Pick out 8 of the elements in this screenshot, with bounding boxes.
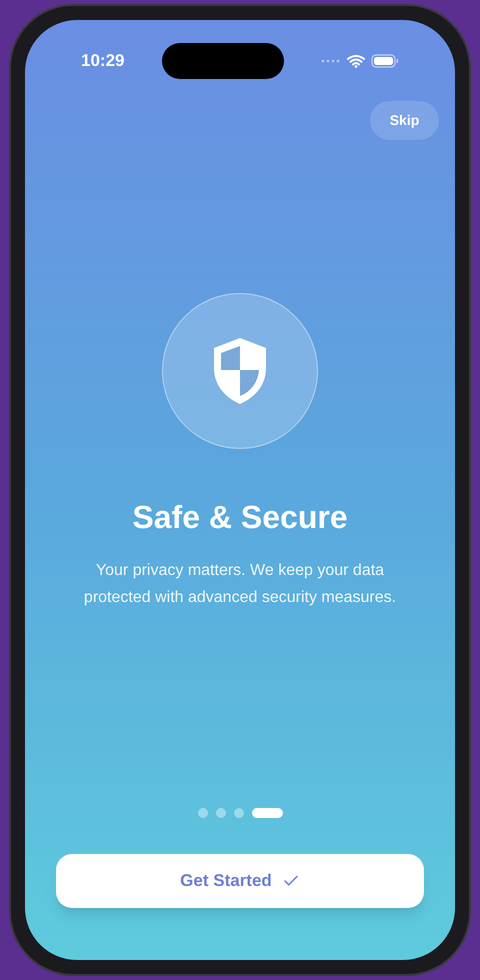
get-started-button[interactable]: Get Started [56,854,424,908]
onboarding-title: Safe & Secure [132,498,348,537]
status-time: 10:29 [81,50,124,72]
battery-icon [370,54,399,68]
skip-button[interactable]: Skip [370,101,439,140]
signal-icon [320,59,341,63]
wifi-icon [346,54,365,68]
onboarding-description: Your privacy matters. We keep your data protected with advanced security measures. [82,561,398,608]
